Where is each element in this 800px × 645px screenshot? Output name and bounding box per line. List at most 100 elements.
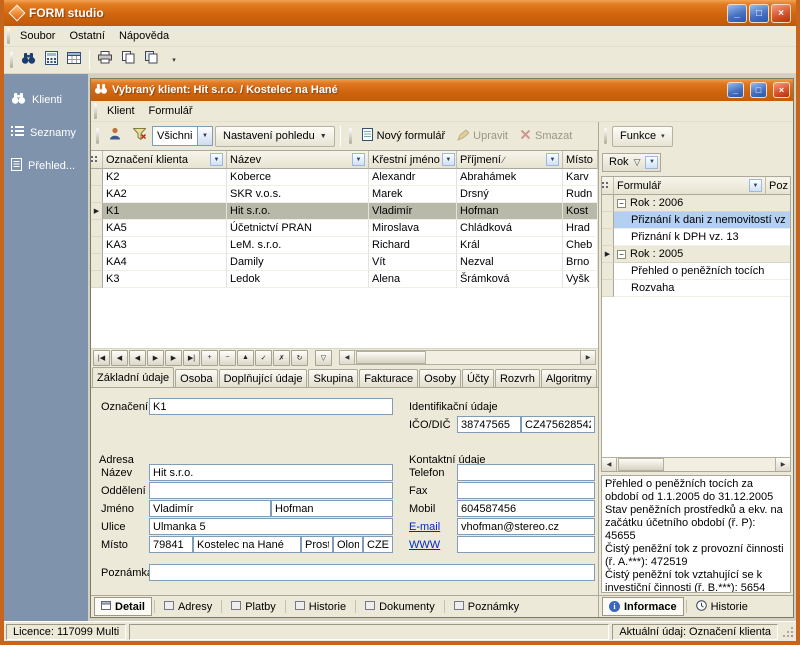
group-by-rok-box[interactable]: Rok ▽ ▼ [602, 153, 661, 172]
scroll-right-icon[interactable]: ▶ [580, 351, 595, 364]
nav-first-button[interactable]: |◀ [93, 350, 110, 366]
tab-adresy[interactable]: Adresy [157, 597, 219, 616]
client-row-selected[interactable]: ▶ K1 Hit s.r.o. Vladimír Hofman Kost [91, 203, 598, 220]
scroll-left-icon[interactable]: ◀ [602, 458, 617, 471]
form-row[interactable]: Přehled o peněžních tocích [602, 263, 790, 280]
nav-edit-button[interactable]: ▲ [237, 350, 254, 366]
tab-poznamky[interactable]: Poznámky [447, 597, 526, 616]
nav-next-button[interactable]: ▶ [165, 350, 182, 366]
tab-algoritmy[interactable]: Algoritmy [541, 369, 597, 387]
nav-filter-button[interactable]: ▽ [315, 350, 332, 366]
sidebar-item-seznamy[interactable]: Seznamy [4, 120, 88, 145]
client-minimize-button[interactable]: _ [727, 82, 744, 98]
sidebar-item-prehled[interactable]: Přehled... [4, 153, 88, 179]
email-field[interactable] [457, 518, 595, 535]
find-clients-button[interactable] [17, 49, 39, 71]
ico-field[interactable] [457, 416, 521, 433]
scrollbar-thumb[interactable] [618, 458, 664, 471]
delete-button[interactable]: Smazat [515, 126, 577, 147]
clear-filter-button[interactable] [128, 125, 150, 147]
column-header-oznaceni[interactable]: Označení klienta▼ [103, 151, 227, 169]
nav-prior-button[interactable]: ◀ [111, 350, 128, 366]
column-header-nazev[interactable]: Název▼ [227, 151, 369, 169]
nav-cancel-button[interactable]: ✗ [273, 350, 290, 366]
ulice-field[interactable] [149, 518, 393, 535]
column-header-misto[interactable]: Místo [563, 151, 598, 169]
menu-klient[interactable]: Klient [100, 103, 142, 119]
column-filter-icon[interactable]: ▼ [546, 153, 559, 166]
toolbar-grip[interactable] [349, 128, 352, 144]
tab-doplnujici-udaje[interactable]: Doplňující údaje [219, 369, 308, 387]
view-settings-button[interactable]: Nastavení pohledu ▼ [215, 126, 335, 147]
client-row[interactable]: K2 Koberce Alexandr Abrahámek Karv [91, 169, 598, 186]
column-header-prijmeni[interactable]: Příjmení∕▼ [457, 151, 563, 169]
column-filter-icon[interactable]: ▼ [210, 153, 223, 166]
misto-field[interactable] [193, 536, 301, 553]
mobil-field[interactable] [457, 500, 595, 517]
edit-button[interactable]: Upravit [452, 126, 513, 147]
sidebar-item-klienti[interactable]: Klienti [4, 88, 88, 112]
toolbar-grip[interactable] [604, 128, 607, 144]
tab-zakladni-udaje[interactable]: Základní údaje [92, 367, 174, 388]
nav-delete-button[interactable]: − [219, 350, 236, 366]
telefon-field[interactable] [457, 464, 595, 481]
form-group-row[interactable]: ▶ −Rok : 2005 [602, 246, 790, 263]
menu-formular[interactable]: Formulář [142, 103, 200, 119]
client-row[interactable]: KA3 LeM. s.r.o. Richard Král Cheb [91, 237, 598, 254]
client-row[interactable]: KA4 Damily Vít Nezval Brno [91, 254, 598, 271]
scrollbar-thumb[interactable] [356, 351, 426, 364]
chevron-down-icon[interactable]: ▼ [197, 127, 212, 145]
nazev-field[interactable] [149, 464, 393, 481]
column-header-krestni-jmeno[interactable]: Křestní jméno▼ [369, 151, 457, 169]
email-link-label[interactable]: E-mail [409, 521, 440, 533]
toolbar-options-chevron[interactable]: ▾ [163, 49, 185, 71]
jmeno-field[interactable] [149, 500, 271, 517]
calculator-button[interactable] [40, 49, 62, 71]
main-titlebar[interactable]: FORM studio _ □ × [4, 0, 796, 26]
tab-informace[interactable]: iInformace [602, 597, 684, 616]
tab-skupina[interactable]: Skupina [308, 369, 358, 387]
copy-button[interactable] [117, 49, 139, 71]
stat-field[interactable] [363, 536, 393, 553]
prijmeni-field[interactable] [271, 500, 393, 517]
menu-grip[interactable] [7, 28, 10, 44]
grid-corner[interactable] [602, 177, 614, 195]
client-card-button[interactable] [104, 125, 126, 147]
client-row[interactable]: KA5 Účetnictví PRAN Miroslava Chládková … [91, 220, 598, 237]
fax-field[interactable] [457, 482, 595, 499]
form-row[interactable]: Přiznání k DPH vz. 13 [602, 229, 790, 246]
print-button[interactable] [94, 49, 116, 71]
oznaceni-field[interactable] [149, 398, 393, 415]
column-header-formular[interactable]: Formulář▼ [614, 177, 766, 195]
form-group-row[interactable]: −Rok : 2006 [602, 195, 790, 212]
tab-osoby[interactable]: Osoby [419, 369, 461, 387]
nav-post-button[interactable]: ✓ [255, 350, 272, 366]
column-filter-icon[interactable]: ▼ [645, 156, 658, 169]
tab-dokumenty[interactable]: Dokumenty [358, 597, 442, 616]
lists-button[interactable] [63, 49, 85, 71]
form-row-selected[interactable]: Přiznání k dani z nemovitostí vz [602, 212, 790, 229]
grid-horizontal-scrollbar[interactable]: ◀ ▶ [339, 350, 596, 365]
toolbar-grip[interactable] [96, 128, 99, 144]
tab-detail[interactable]: Detail [94, 597, 152, 616]
nav-prior-page-button[interactable]: ◀ [129, 350, 146, 366]
column-filter-icon[interactable]: ▼ [442, 153, 455, 166]
tab-ucty[interactable]: Účty [462, 369, 494, 387]
resize-grip[interactable] [781, 625, 794, 638]
maximize-button[interactable]: □ [749, 4, 769, 23]
nav-next-page-button[interactable]: ▶ [147, 350, 164, 366]
new-form-button[interactable]: Nový formulář [357, 126, 450, 147]
www-link-label[interactable]: WWW [409, 539, 440, 551]
grid-corner[interactable] [91, 151, 103, 169]
collapse-icon[interactable]: − [617, 199, 626, 208]
menu-grip[interactable] [94, 103, 97, 119]
oddeleni-field[interactable] [149, 482, 393, 499]
okres-field[interactable] [301, 536, 333, 553]
kraj-field[interactable] [333, 536, 363, 553]
tab-historie[interactable]: Historie [288, 597, 353, 616]
funkce-button[interactable]: Funkce ▾ [612, 126, 673, 147]
forms-grid-horizontal-scrollbar[interactable]: ◀ ▶ [602, 457, 790, 471]
client-close-button[interactable]: × [773, 82, 790, 98]
psc-field[interactable] [149, 536, 193, 553]
nav-last-button[interactable]: ▶| [183, 350, 200, 366]
